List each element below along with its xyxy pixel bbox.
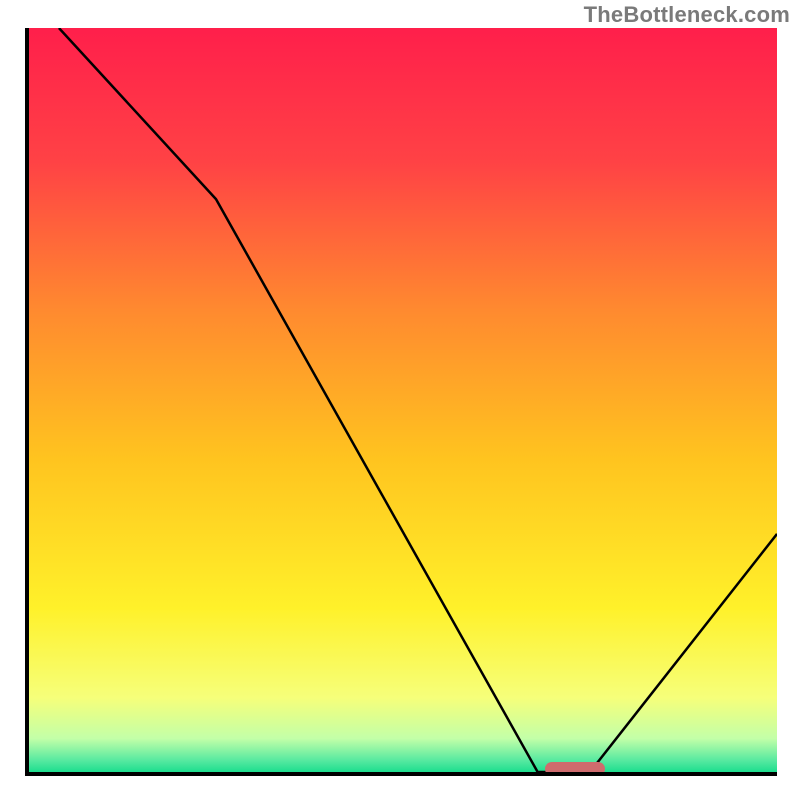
curve-svg — [29, 28, 777, 772]
optimal-range-marker — [545, 762, 605, 776]
bottleneck-curve-line — [59, 28, 777, 772]
chart-container: TheBottleneck.com — [0, 0, 800, 800]
watermark-text: TheBottleneck.com — [584, 2, 790, 28]
plot-area — [25, 28, 777, 776]
